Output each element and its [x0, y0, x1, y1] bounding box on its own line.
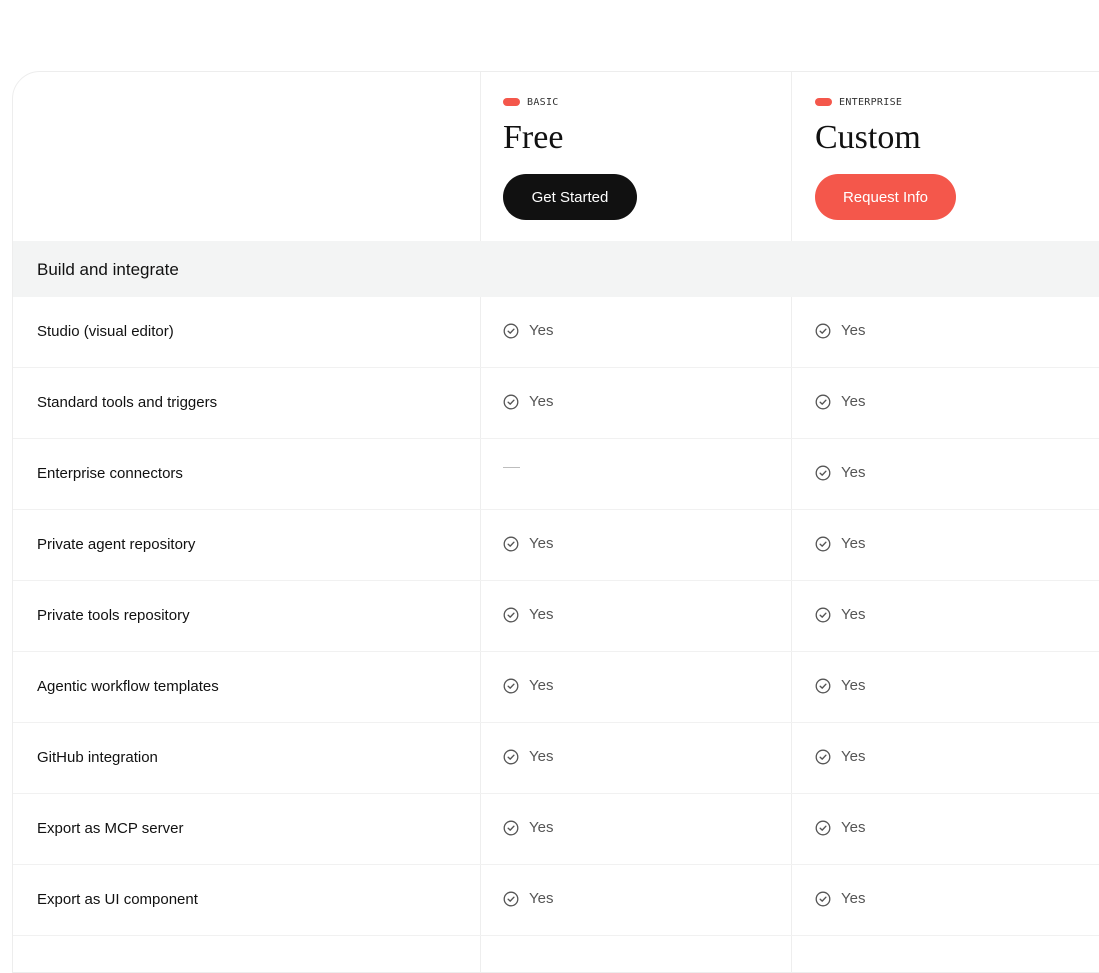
table-row: Private tools repository Yes Yes — [13, 581, 1099, 652]
cell-basic: Yes — [503, 606, 553, 623]
cell-enterprise: Yes — [815, 464, 865, 481]
check-circle-icon — [503, 394, 519, 410]
cell-enterprise: Yes — [815, 819, 865, 836]
table-row: Standard tools and triggers Yes Yes — [13, 368, 1099, 439]
cell-value: Yes — [529, 890, 554, 907]
feature-name: Export as MCP server — [37, 820, 184, 837]
cell-enterprise: Yes — [815, 535, 865, 552]
table-row: Studio (visual editor) Yes Yes — [13, 297, 1099, 368]
plan-header-enterprise: ENTERPRISE Custom Request Info — [815, 96, 956, 220]
cell-value: Yes — [841, 606, 866, 623]
cell-value: Yes — [529, 322, 554, 339]
plan-price: Custom — [815, 119, 921, 156]
check-circle-icon — [503, 891, 519, 907]
table-row: Agentic workflow templates Yes Yes — [13, 652, 1099, 723]
cell-basic: Yes — [503, 322, 553, 339]
check-circle-icon — [815, 820, 831, 836]
check-circle-icon — [815, 678, 831, 694]
cell-basic: Yes — [503, 535, 553, 552]
check-circle-icon — [815, 323, 831, 339]
cell-value: Yes — [529, 606, 554, 623]
cell-basic: Yes — [503, 677, 553, 694]
section-title: Build and integrate — [37, 260, 179, 279]
request-info-button[interactable]: Request Info — [815, 174, 956, 220]
cell-enterprise: Yes — [815, 322, 865, 339]
section-header: Build and integrate — [13, 241, 1099, 297]
cell-enterprise: Yes — [815, 748, 865, 765]
cell-basic: Yes — [503, 748, 553, 765]
check-circle-icon — [503, 323, 519, 339]
cell-value: Yes — [841, 890, 866, 907]
cell-value: Yes — [841, 535, 866, 552]
cell-value: Yes — [529, 677, 554, 694]
cell-enterprise: Yes — [815, 393, 865, 410]
get-started-button[interactable]: Get Started — [503, 174, 637, 220]
plan-tag-label: ENTERPRISE — [839, 96, 903, 108]
plan-price: Free — [503, 119, 564, 156]
cell-basic: Yes — [503, 393, 553, 410]
check-circle-icon — [503, 749, 519, 765]
cell-enterprise: Yes — [815, 677, 865, 694]
plan-tag-label: BASIC — [527, 96, 559, 108]
cell-value: Yes — [529, 819, 554, 836]
cell-basic: Yes — [503, 890, 553, 907]
check-circle-icon — [503, 820, 519, 836]
feature-name: Studio (visual editor) — [37, 323, 174, 340]
check-circle-icon — [815, 607, 831, 623]
cell-value: Yes — [841, 677, 866, 694]
pricing-comparison-table: BASIC Free Get Started ENTERPRISE Custom… — [12, 71, 1099, 973]
tag-pill-icon — [503, 98, 520, 106]
check-circle-icon — [815, 465, 831, 481]
feature-rows: Studio (visual editor) Yes Yes Standard too… — [13, 297, 1099, 936]
check-circle-icon — [503, 678, 519, 694]
check-circle-icon — [815, 891, 831, 907]
cell-value: Yes — [841, 322, 866, 339]
tag-pill-icon — [815, 98, 832, 106]
cell-enterprise: Yes — [815, 890, 865, 907]
feature-name: Standard tools and triggers — [37, 394, 218, 411]
cell-basic — [503, 464, 520, 468]
feature-name: GitHub integration — [37, 749, 158, 766]
plan-tag: ENTERPRISE — [815, 96, 956, 108]
check-circle-icon — [815, 394, 831, 410]
check-circle-icon — [503, 536, 519, 552]
table-row: Export as UI component Yes Yes — [13, 865, 1099, 936]
check-circle-icon — [815, 749, 831, 765]
cell-value: Yes — [529, 393, 554, 410]
cell-value: Yes — [529, 535, 554, 552]
cell-value: Yes — [841, 464, 866, 481]
table-row: Private agent repository Yes Yes — [13, 510, 1099, 581]
cell-value: Yes — [529, 748, 554, 765]
feature-name: Agentic workflow templates — [37, 678, 219, 695]
cell-value: Yes — [841, 393, 866, 410]
dash-icon — [503, 467, 520, 468]
cell-enterprise: Yes — [815, 606, 865, 623]
feature-name: Enterprise connectors — [37, 465, 183, 482]
cell-basic: Yes — [503, 819, 553, 836]
table-row: GitHub integration Yes Yes — [13, 723, 1099, 794]
table-row: Enterprise connectors Yes — [13, 439, 1099, 510]
feature-name: Private tools repository — [37, 607, 190, 624]
table-row: Export as MCP server Yes Yes — [13, 794, 1099, 865]
cell-value: Yes — [841, 819, 866, 836]
feature-name: Private agent repository — [37, 536, 196, 553]
check-circle-icon — [503, 607, 519, 623]
cell-value: Yes — [841, 748, 866, 765]
check-circle-icon — [815, 536, 831, 552]
plan-tag: BASIC — [503, 96, 637, 108]
plan-header-basic: BASIC Free Get Started — [503, 96, 637, 220]
